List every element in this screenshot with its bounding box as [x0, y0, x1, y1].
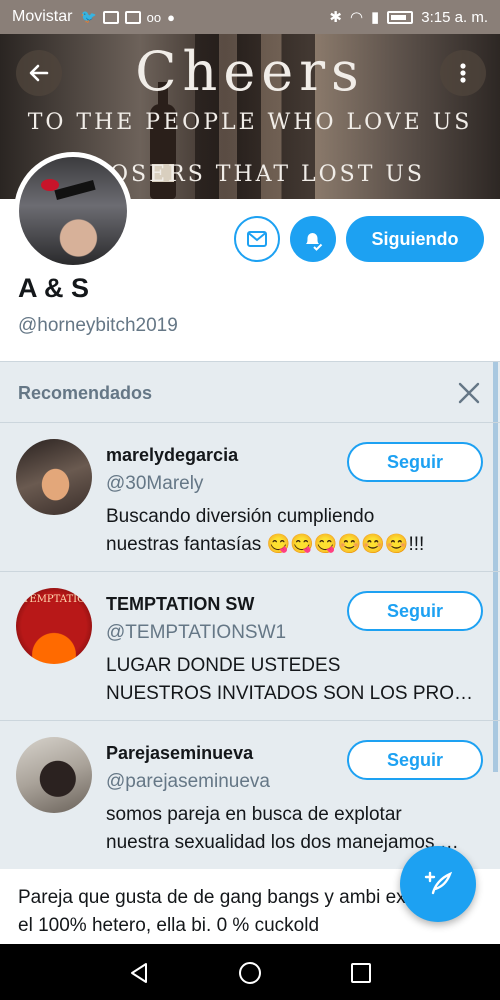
avatar-text: TEMPTATIO [22, 594, 86, 605]
avatar [16, 737, 92, 813]
close-recommended-button[interactable] [456, 380, 482, 406]
nav-recents-icon[interactable] [348, 960, 374, 986]
message-button[interactable] [234, 216, 280, 262]
more-vertical-icon [460, 63, 466, 83]
chat-icon: ● [167, 9, 175, 25]
user-bio: Buscando diversión cumpliendo nuestras f… [106, 506, 425, 555]
banner-line2: OSERS THAT LOST US [110, 162, 426, 187]
navigation-bar [0, 944, 500, 1000]
user-handle: @parejaseminueva [106, 771, 270, 792]
notifications-button[interactable] [290, 216, 336, 262]
recommended-user[interactable]: TEMPTATIO TEMPTATION SW @TEMPTATIONSW1 L… [0, 571, 500, 719]
compose-icon [424, 871, 453, 895]
compose-tweet-button[interactable] [400, 846, 476, 922]
twitter-icon: 🐦 [80, 9, 97, 24]
recommended-title: Recomendados [18, 383, 153, 403]
user-name: marelydegarcia [106, 445, 239, 465]
profile-avatar[interactable] [14, 152, 132, 270]
user-handle: @30Marely [106, 473, 204, 494]
gallery-icon [124, 10, 141, 24]
mail-icon [247, 231, 267, 247]
following-button[interactable]: Siguiendo [346, 216, 484, 262]
recommended-panel: Recomendados marelydegarcia @30Marely Bu… [0, 361, 500, 869]
follow-button[interactable]: Seguir [347, 740, 483, 780]
recommended-user[interactable]: Parejaseminueva @parejaseminueva somos p… [0, 720, 500, 868]
bell-check-icon [306, 233, 323, 251]
profile-handle: @horneybitch2019 [18, 315, 178, 336]
battery-icon [387, 10, 414, 24]
back-arrow-icon [29, 64, 49, 82]
nav-home-icon[interactable] [237, 960, 263, 986]
close-icon [458, 382, 480, 404]
status-bar: Movistar 🐦 oo ● ✱ ◠ ▮ 3:15 a. m. [0, 0, 500, 34]
lips-sticker [41, 179, 59, 191]
avatar: TEMPTATIO [16, 588, 92, 664]
user-handle: @TEMPTATIONSW1 [106, 622, 287, 643]
voicemail-icon: oo [146, 9, 162, 25]
nav-back-icon[interactable] [126, 960, 152, 986]
banner-line1: TO THE PEOPLE WHO LOVE US [27, 110, 473, 135]
recommended-user[interactable]: marelydegarcia @30Marely Buscando divers… [0, 422, 500, 570]
user-name: Parejaseminueva [106, 743, 254, 763]
bluetooth-icon: ✱ [329, 9, 342, 26]
follow-button[interactable]: Seguir [347, 442, 483, 482]
facebook-icon [102, 10, 119, 24]
notification-icons: 🐦 oo ● [80, 9, 175, 25]
user-name: TEMPTATION SW [106, 594, 255, 614]
avatar [16, 439, 92, 515]
carrier-label: Movistar [12, 8, 73, 25]
clock: 3:15 a. m. [421, 8, 488, 26]
more-options-button[interactable] [440, 50, 486, 96]
wifi-icon: ◠ [349, 9, 364, 26]
profile-name: A & S [18, 273, 90, 303]
banner-title: Cheers [135, 40, 365, 103]
follow-button[interactable]: Seguir [347, 591, 483, 631]
signal-icon: ▮ [371, 9, 380, 26]
user-bio: LUGAR DONDE USTEDES NUESTROS INVITADOS S… [106, 655, 484, 704]
avatar [19, 157, 127, 265]
back-button[interactable] [16, 50, 62, 96]
